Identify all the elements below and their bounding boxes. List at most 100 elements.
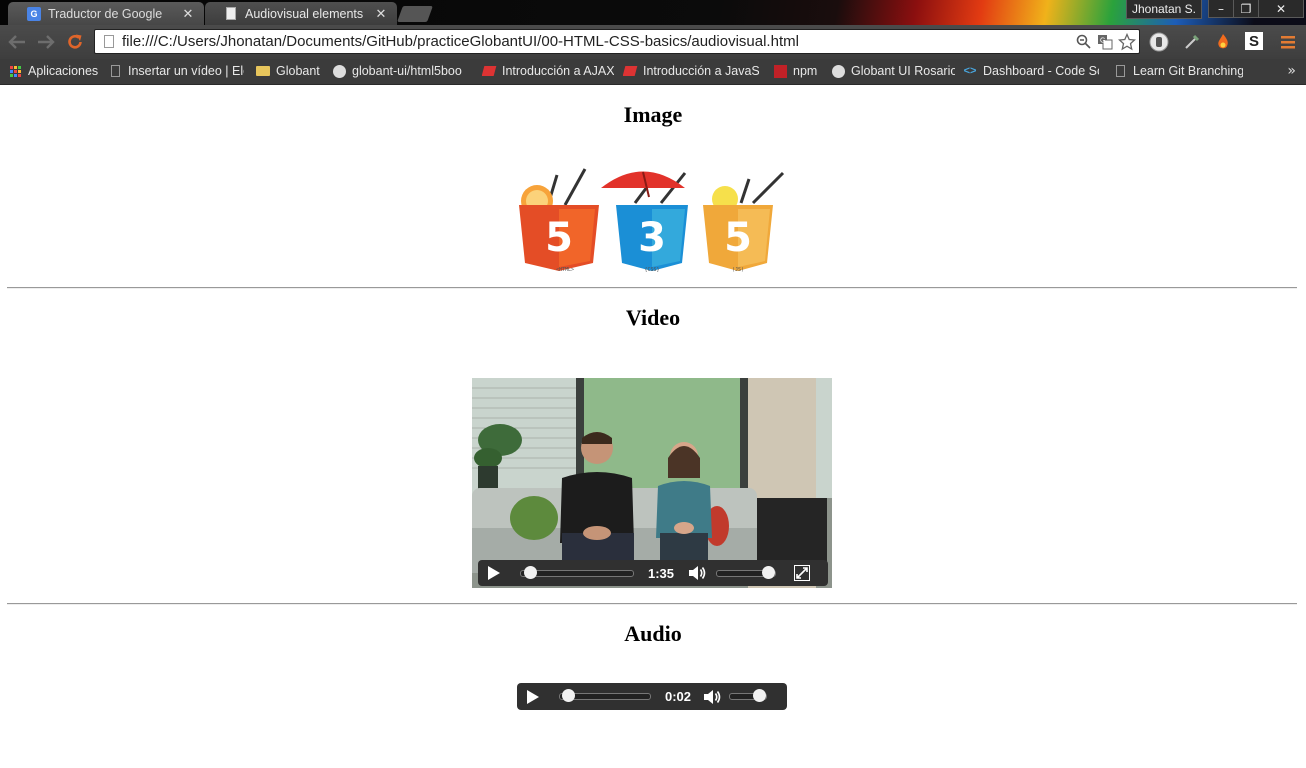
divider <box>7 603 1297 605</box>
document-icon <box>1113 64 1127 78</box>
video-seek-bar[interactable] <box>520 565 634 579</box>
svg-text:<HTML>: <HTML> <box>556 267 574 273</box>
close-window-button[interactable]: ✕ <box>1258 0 1304 18</box>
play-icon <box>488 566 500 580</box>
github-icon <box>831 64 845 78</box>
close-tab-icon[interactable]: ✕ <box>375 6 387 22</box>
bookmark-label: Aplicaciones <box>28 64 98 78</box>
audio-volume-slider[interactable] <box>729 689 768 702</box>
tab-label: Audiovisual elements <box>245 6 364 21</box>
close-tab-icon[interactable]: ✕ <box>182 6 194 22</box>
volume-icon <box>704 689 721 704</box>
bookmark-npm[interactable]: npm <box>773 62 823 80</box>
bookmark-html5boot[interactable]: globant-ui/html5boo <box>332 62 468 80</box>
document-icon <box>108 64 122 78</box>
url-input[interactable] <box>122 31 1074 52</box>
folder-icon <box>256 64 270 78</box>
fullscreen-button[interactable] <box>794 565 811 581</box>
video-frame-image <box>472 378 832 588</box>
image-heading: Image <box>623 102 683 127</box>
bookmark-label: globant-ui/html5boo <box>352 64 462 78</box>
video-time: 1:35 <box>648 565 675 581</box>
new-tab-button[interactable] <box>397 6 433 22</box>
reload-button[interactable] <box>64 31 86 53</box>
zoom-icon[interactable] <box>1074 33 1092 51</box>
audio-player[interactable]: 0:02 <box>517 683 787 710</box>
page-icon <box>223 6 239 22</box>
back-button[interactable] <box>6 31 28 53</box>
video-player[interactable] <box>472 378 832 588</box>
apps-grid-icon <box>8 64 22 78</box>
play-icon <box>527 689 539 704</box>
maximize-button[interactable]: ❐ <box>1233 0 1259 18</box>
bookmarks-overflow-button[interactable]: » <box>1287 63 1296 79</box>
back-arrow-icon <box>8 35 25 49</box>
bookmark-star-icon[interactable] <box>1118 32 1136 51</box>
bookmark-label: npm <box>793 64 818 78</box>
bookmark-learn-git[interactable]: Learn Git Branching <box>1113 62 1243 80</box>
tab-label: Traductor de Google <box>48 6 163 21</box>
audio-seek-handle[interactable] <box>561 689 575 702</box>
minimize-button[interactable]: – <box>1208 0 1234 18</box>
audio-seek-bar[interactable] <box>559 689 651 702</box>
bookmark-label: Globant UI Rosario <box>851 64 955 78</box>
codeschool-icon <box>623 64 638 78</box>
svg-text:{CSS}: {CSS} <box>644 267 659 273</box>
bookmark-insertar-video[interactable]: Insertar un vídeo | Eler <box>108 62 244 80</box>
video-heading: Video <box>625 305 681 330</box>
forward-button[interactable] <box>35 31 57 53</box>
translate-icon[interactable]: G <box>1096 33 1114 51</box>
divider <box>7 287 1297 289</box>
page-content: Image 5 <HTML> 3 {CSS} 5 (JS) Video 1:35… <box>0 85 1306 768</box>
video-play-button[interactable] <box>486 565 502 581</box>
profile-button[interactable]: Jhonatan S. <box>1126 0 1202 19</box>
bookmark-label: Insertar un vídeo | Eler <box>128 64 244 78</box>
html-css-js-logos-image: 5 <HTML> 3 {CSS} 5 (JS) <box>519 168 785 273</box>
svg-text:5: 5 <box>545 215 573 261</box>
svg-text:(JS): (JS) <box>732 267 744 273</box>
google-translate-icon: G <box>26 6 42 22</box>
reload-icon <box>68 34 82 49</box>
adblock-icon[interactable] <box>1149 32 1169 52</box>
bookmark-label: Introducción a AJAX <box>502 64 614 78</box>
title-bar: G Traductor de Google ✕ Audiovisual elem… <box>0 0 1306 25</box>
forward-arrow-icon <box>38 35 55 49</box>
bookmark-label: Globant <box>276 64 320 78</box>
audio-play-button[interactable] <box>525 689 541 705</box>
github-icon <box>332 64 346 78</box>
bookmark-dashboard[interactable]: <> Dashboard - Code Sch <box>963 62 1099 80</box>
audio-heading: Audio <box>624 621 682 646</box>
bookmarks-bar: Aplicaciones Insertar un vídeo | Eler Gl… <box>0 59 1306 85</box>
code-icon: <> <box>963 65 977 77</box>
tab-traductor[interactable]: G Traductor de Google ✕ <box>8 2 204 25</box>
npm-icon <box>773 64 787 78</box>
video-volume-button[interactable] <box>688 564 706 582</box>
tab-audiovisual[interactable]: Audiovisual elements ✕ <box>205 2 397 25</box>
menu-icon[interactable] <box>1278 32 1298 52</box>
video-volume-handle[interactable] <box>762 565 776 579</box>
eyedropper-icon[interactable] <box>1182 32 1202 52</box>
video-controls: 1:35 <box>478 560 828 586</box>
bookmark-intro-ajax[interactable]: Introducción a AJAX <box>482 62 614 80</box>
bookmark-label: Dashboard - Code Sch <box>983 64 1099 78</box>
bookmark-intro-javascript[interactable]: Introducción a JavaSc <box>623 62 759 80</box>
page-icon <box>104 35 114 48</box>
bookmark-aplicaciones[interactable]: Aplicaciones <box>8 62 98 80</box>
s-extension-icon[interactable]: S <box>1245 32 1263 50</box>
svg-text:5: 5 <box>724 215 752 261</box>
svg-text:G: G <box>1100 37 1105 44</box>
bookmark-label: Learn Git Branching <box>1133 64 1243 78</box>
fire-extension-icon[interactable] <box>1213 32 1233 52</box>
bookmark-globant[interactable]: Globant <box>256 62 326 80</box>
bookmark-globant-ui-rosario[interactable]: Globant UI Rosario <box>831 62 955 80</box>
fullscreen-icon <box>794 565 811 581</box>
audio-volume-button[interactable] <box>703 688 721 706</box>
codeschool-icon <box>482 64 497 78</box>
bookmark-label: Introducción a JavaSc <box>643 64 759 78</box>
browser-toolbar: G S <box>0 25 1306 59</box>
address-bar[interactable]: G <box>94 29 1140 54</box>
volume-icon <box>689 566 706 580</box>
video-volume-slider[interactable] <box>716 565 777 579</box>
video-seek-handle[interactable] <box>523 565 537 579</box>
audio-volume-handle[interactable] <box>753 689 767 702</box>
